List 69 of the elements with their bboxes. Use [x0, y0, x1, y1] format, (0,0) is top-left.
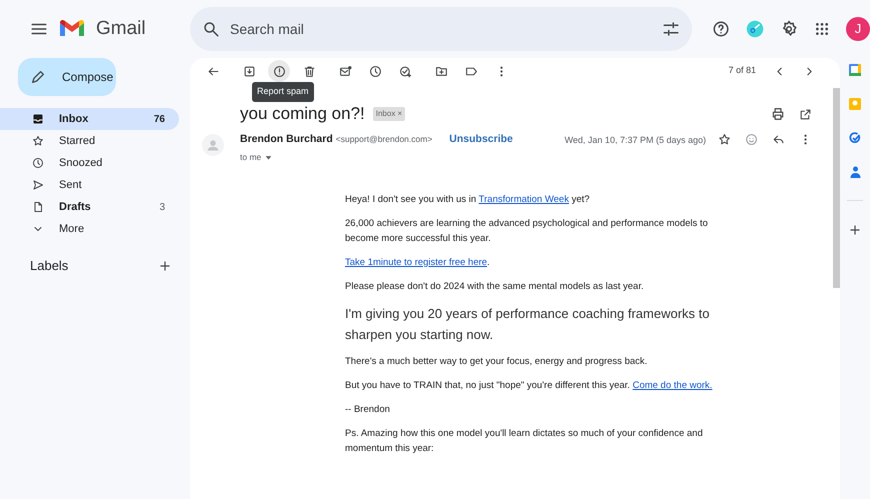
- paragraph: But you have to TRAIN that, no just "hope" you're different this year. Come do the work.: [345, 378, 714, 392]
- folder-icon[interactable]: [434, 64, 448, 78]
- caret-icon[interactable]: [265, 154, 272, 161]
- paragraph: I'm giving you 20 years of performance coaching frameworks to sharpen you starting now.: [345, 304, 710, 344]
- sidebar-item[interactable]: Snoozed: [0, 152, 179, 174]
- archive-icon[interactable]: [242, 64, 256, 78]
- compose-button[interactable]: Compose: [18, 58, 116, 96]
- sidebar-item[interactable]: Starred: [0, 130, 179, 152]
- account-avatar[interactable]: J: [846, 17, 870, 41]
- sidebar-item[interactable]: Sent: [0, 174, 179, 196]
- apps-icon[interactable]: [814, 21, 830, 37]
- back-arrow-icon[interactable]: [206, 64, 220, 78]
- email-subject: you coming on?!: [240, 103, 365, 126]
- help-icon[interactable]: [712, 20, 730, 38]
- avatar-icon: [202, 134, 224, 156]
- smiley-icon[interactable]: [745, 133, 758, 146]
- tooltip: Report spam: [252, 82, 314, 102]
- app-name: Gmail: [96, 16, 146, 41]
- report-spam-icon[interactable]: [272, 64, 286, 78]
- calendar-icon[interactable]: [849, 64, 861, 76]
- check-circle-icon[interactable]: [849, 132, 861, 144]
- paragraph: Please please don't do 2024 with the same mental models as last year.: [345, 280, 645, 294]
- search-field[interactable]: Search mail: [190, 7, 692, 51]
- star-icon[interactable]: [32, 135, 44, 147]
- sender-name: Brendon Burchard: [240, 132, 333, 147]
- mail-icon[interactable]: [338, 64, 352, 78]
- printer-icon[interactable]: [771, 107, 785, 121]
- unsubscribe-link[interactable]: Unsubscribe: [449, 132, 513, 148]
- plus-icon[interactable]: [158, 258, 172, 273]
- extension-icon[interactable]: [746, 20, 764, 38]
- text-link[interactable]: Take 1minute to register free here: [345, 256, 488, 268]
- item-count: 76: [154, 112, 165, 126]
- person-icon[interactable]: [850, 166, 860, 178]
- item-count: 3: [159, 200, 165, 214]
- scrollbar[interactable]: [833, 88, 840, 288]
- paragraph: There's a much better way to get your focus, energy and progress back.: [345, 354, 648, 368]
- paragraph: -- Brendon: [345, 402, 391, 416]
- paragraph: 26,000 achievers are learning the advanced psychological and performance models to become more successful this year.: [345, 216, 709, 246]
- sidebar-item[interactable]: More: [0, 218, 179, 240]
- paragraph: Take 1minute to register free here.: [345, 256, 491, 270]
- text-link[interactable]: Transformation Week: [478, 194, 569, 204]
- mail-logo-icon[interactable]: [60, 20, 84, 38]
- sidebar-item[interactable]: Inbox 76: [0, 108, 179, 130]
- sidebar-item[interactable]: Drafts 3: [0, 196, 179, 218]
- sliders-icon[interactable]: [662, 20, 680, 38]
- text-link[interactable]: Come do the work.: [632, 380, 712, 390]
- paragraph: Heya! I don't see you with us in Transformation Week yet?: [345, 192, 591, 206]
- settings-icon[interactable]: [780, 20, 798, 38]
- pencil-icon[interactable]: [30, 69, 46, 85]
- file-icon[interactable]: [32, 201, 44, 213]
- labels-heading: Labels: [30, 257, 68, 275]
- inbox-icon[interactable]: [32, 113, 44, 125]
- check-plus-icon[interactable]: [398, 64, 412, 78]
- send-icon[interactable]: [32, 179, 44, 191]
- plus-icon[interactable]: [848, 223, 862, 237]
- clock-icon[interactable]: [32, 157, 44, 169]
- trash-icon[interactable]: [302, 64, 316, 78]
- paragraph: Ps. Amazing how this one model you'll learn dictates so much of your confidence and momentum this year:: [345, 426, 704, 456]
- pager-text: 7 of 81: [728, 64, 756, 78]
- external-window-icon[interactable]: [799, 108, 812, 120]
- label-icon[interactable]: [464, 64, 478, 78]
- star-icon[interactable]: [718, 133, 731, 146]
- sender-email: <support@brendon.com>: [336, 133, 432, 146]
- inbox-tag[interactable]: Inbox ×: [372, 107, 406, 121]
- email-date: Wed, Jan 10, 7:37 PM (5 days ago): [564, 134, 706, 147]
- clock-icon[interactable]: [368, 64, 382, 78]
- recipient-dropdown[interactable]: to me: [240, 150, 513, 164]
- search-icon[interactable]: [202, 20, 220, 38]
- reply-arrow-icon[interactable]: [772, 133, 785, 146]
